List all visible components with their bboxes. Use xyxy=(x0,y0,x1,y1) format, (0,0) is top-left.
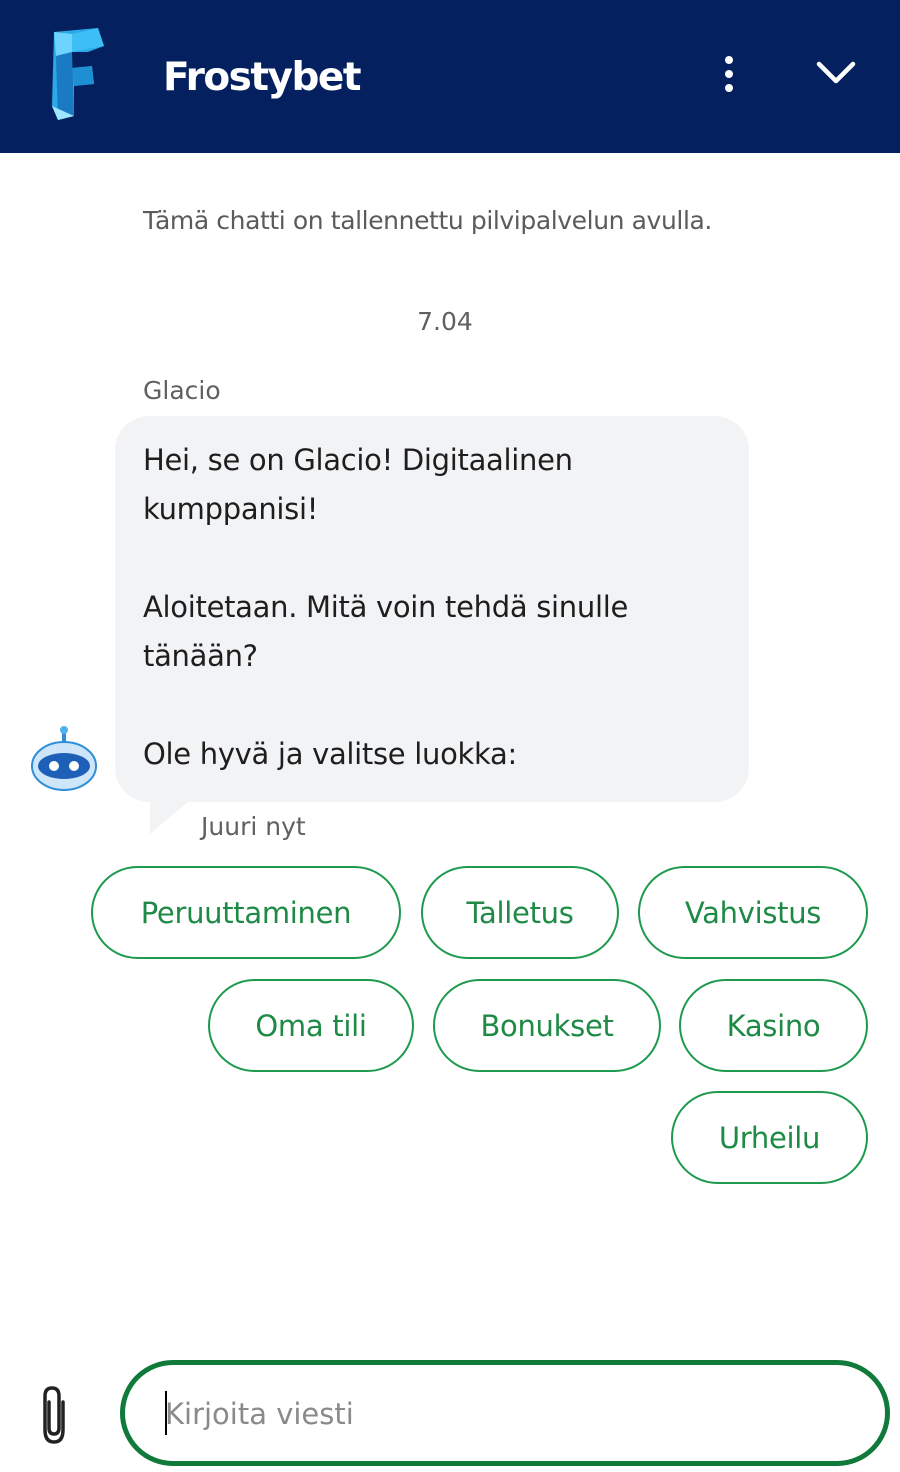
message-paragraph: Ole hyvä ja valitse luokka: xyxy=(143,737,517,771)
frostybet-logo-icon xyxy=(52,28,104,120)
collapse-chat-button[interactable] xyxy=(808,50,864,98)
bubble-tail xyxy=(150,800,190,834)
quick-reply-bonukset[interactable]: Bonukset xyxy=(433,979,661,1072)
paperclip-icon xyxy=(43,1386,65,1444)
chat-header: Frostybet xyxy=(0,0,900,153)
quick-reply-talletus[interactable]: Talletus xyxy=(421,866,619,959)
quick-reply-vahvistus[interactable]: Vahvistus xyxy=(638,866,868,959)
more-vertical-icon xyxy=(725,56,733,92)
chevron-down-icon xyxy=(816,61,856,84)
conversation-timestamp: 7.04 xyxy=(417,307,473,336)
quick-reply-kasino[interactable]: Kasino xyxy=(679,979,868,1072)
sender-name: Glacio xyxy=(143,376,221,405)
message-input-container xyxy=(120,1360,890,1466)
attach-file-button[interactable] xyxy=(30,1380,80,1450)
more-options-button[interactable] xyxy=(708,50,752,98)
message-input[interactable] xyxy=(165,1387,845,1441)
brand-title: Frostybet xyxy=(163,55,361,100)
quick-reply-oma-tili[interactable]: Oma tili xyxy=(208,979,414,1072)
bot-avatar-icon xyxy=(31,726,97,791)
message-paragraph: Hei, se on Glacio! Digitaalinen kumppani… xyxy=(143,443,573,526)
quick-reply-urheilu[interactable]: Urheilu xyxy=(671,1091,868,1184)
bot-message-bubble: Hei, se on Glacio! Digitaalinen kumppani… xyxy=(115,416,749,802)
message-time: Juuri nyt xyxy=(201,812,306,841)
message-paragraph: Aloitetaan. Mitä voin tehdä sinulle tänä… xyxy=(143,590,629,673)
recording-notice: Tämä chatti on tallennettu pilvipalvelun… xyxy=(143,206,712,235)
quick-reply-peruuttaminen[interactable]: Peruuttaminen xyxy=(91,866,401,959)
